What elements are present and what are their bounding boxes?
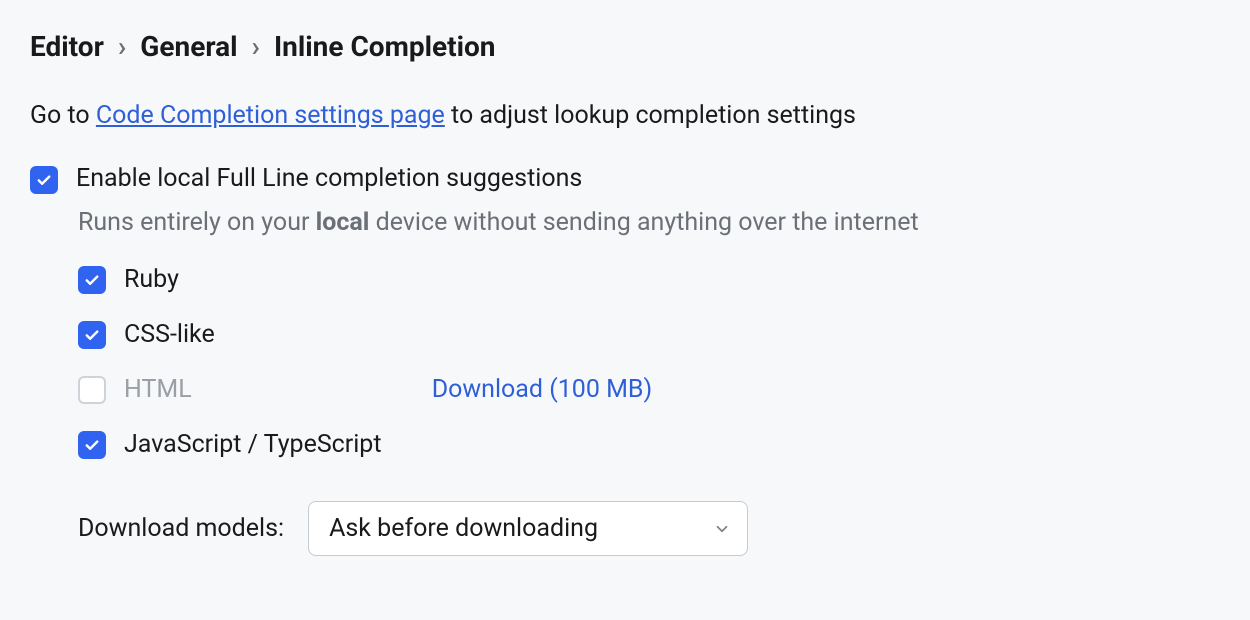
chevron-down-icon	[713, 520, 731, 538]
code-completion-settings-link[interactable]: Code Completion settings page	[96, 101, 445, 130]
enable-full-line-label: Enable local Full Line completion sugges…	[76, 164, 582, 193]
lang-label-jsts: JavaScript / TypeScript	[124, 430, 382, 459]
lang-label-ruby: Ruby	[124, 265, 179, 294]
lang-label-html: HTML	[124, 375, 192, 404]
chevron-right-icon: ›	[252, 30, 260, 63]
chevron-right-icon: ›	[118, 30, 126, 63]
subtext-prefix: Runs entirely on your	[78, 208, 316, 237]
language-list: Ruby CSS-like HTML Download (100 MB) Jav…	[30, 265, 1220, 459]
lang-label-css: CSS-like	[124, 320, 215, 349]
info-text: Go to Code Completion settings page to a…	[30, 101, 1220, 130]
subtext-bold: local	[316, 208, 370, 237]
lang-row-html: HTML Download (100 MB)	[78, 375, 1220, 404]
lang-row-css: CSS-like	[78, 320, 1220, 349]
check-icon	[83, 436, 101, 454]
info-suffix: to adjust lookup completion settings	[445, 101, 856, 130]
breadcrumb: Editor › General › Inline Completion	[30, 30, 1220, 63]
check-icon	[83, 271, 101, 289]
breadcrumb-item-editor[interactable]: Editor	[30, 30, 104, 63]
check-icon	[35, 171, 53, 189]
breadcrumb-item-general[interactable]: General	[140, 30, 237, 63]
lang-checkbox-ruby[interactable]	[78, 266, 106, 294]
lang-checkbox-jsts[interactable]	[78, 431, 106, 459]
download-html-link[interactable]: Download (100 MB)	[432, 375, 653, 404]
enable-full-line-checkbox[interactable]	[30, 166, 58, 194]
download-models-select[interactable]: Ask before downloading	[308, 501, 748, 556]
lang-checkbox-html[interactable]	[78, 376, 106, 404]
download-models-value: Ask before downloading	[329, 514, 598, 543]
download-models-row: Download models: Ask before downloading	[78, 501, 1220, 556]
check-icon	[83, 326, 101, 344]
lang-row-ruby: Ruby	[78, 265, 1220, 294]
lang-row-jsts: JavaScript / TypeScript	[78, 430, 1220, 459]
info-prefix: Go to	[30, 101, 96, 130]
subtext-suffix: device without sending anything over the…	[369, 208, 918, 237]
lang-checkbox-css[interactable]	[78, 321, 106, 349]
download-models-label: Download models:	[78, 514, 284, 543]
enable-full-line-subtext: Runs entirely on your local device witho…	[78, 208, 1220, 237]
breadcrumb-item-inline-completion: Inline Completion	[274, 30, 496, 63]
